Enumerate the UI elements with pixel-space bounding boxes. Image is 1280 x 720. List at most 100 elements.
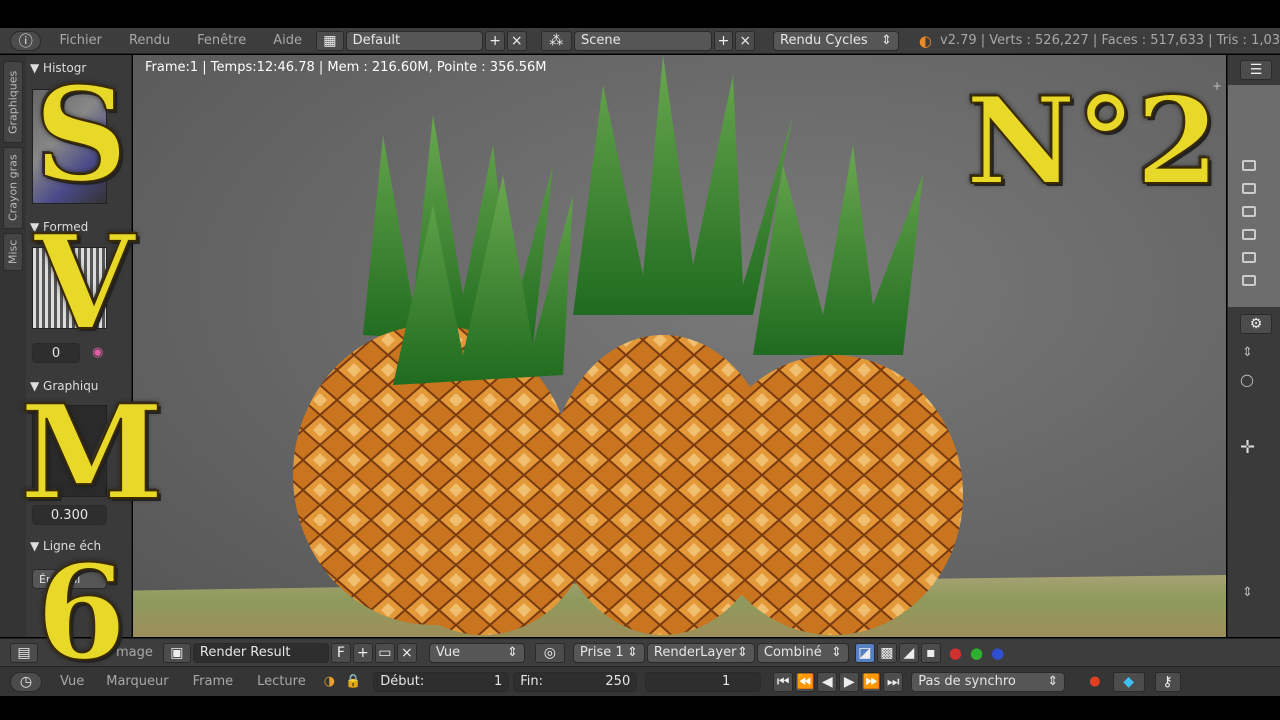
forward-icon[interactable]: ⏩	[861, 671, 882, 692]
menu-render[interactable]: Rendu	[129, 33, 170, 48]
letterbox-bottom	[0, 696, 1280, 720]
camera-icon[interactable]	[1242, 275, 1256, 286]
current-frame-value: 1	[721, 674, 731, 689]
image-editor-header: ▤ mage ▣ Render Result F + ▭ × Vue ⇕ ◎ Pr…	[0, 638, 1280, 666]
menu-help[interactable]: Aide	[273, 33, 302, 48]
chevron-updown-icon: ⇕	[506, 645, 518, 660]
crosshair-icon[interactable]: ✛	[1240, 437, 1255, 458]
screen-layout-label: Default	[352, 33, 401, 48]
view-select[interactable]: Vue ⇕	[428, 642, 525, 663]
outliner-editor-icon[interactable]: ☰	[1240, 60, 1272, 80]
menu-playback[interactable]: Lecture	[257, 674, 306, 689]
blender-logo-icon: ◐	[918, 31, 933, 50]
slot-label: Prise 1	[579, 645, 624, 660]
overlay-letter-m: M	[19, 376, 165, 529]
chevron-updown-icon: ⇕	[881, 33, 892, 48]
chevron-updown-icon: ⇕	[830, 645, 842, 660]
image-icon[interactable]: ▣	[162, 642, 191, 663]
remove-scene-button[interactable]: ×	[735, 30, 756, 51]
current-frame-field[interactable]: 1	[645, 671, 762, 692]
keyframe-icon[interactable]: ◆	[1112, 671, 1145, 692]
camera-icon[interactable]	[1242, 183, 1256, 194]
add-scene-button[interactable]: +	[713, 30, 734, 51]
scene-stats: v2.79 | Verts : 526,227 | Faces : 517,63…	[940, 33, 1280, 48]
camera-icon[interactable]	[1242, 229, 1256, 240]
overlay-letter-v: V	[33, 206, 136, 359]
chevron-updown-icon[interactable]: ⇕	[1242, 345, 1253, 360]
editor-type-info-icon[interactable]: ⓘ	[10, 30, 42, 51]
properties-strip: ☰ ⚙ ⇕ ○ ✛ ⇕	[1227, 55, 1280, 637]
display-color-alpha-icon[interactable]: ◪	[854, 642, 875, 663]
timeline-header: ◷ Vue Marqueur Frame Lecture ◑ 🔒 Début: 1…	[0, 666, 1280, 696]
start-frame-field[interactable]: Début: 1	[373, 671, 510, 692]
add-layout-button[interactable]: +	[485, 30, 505, 51]
layout-icon[interactable]: ▦	[316, 30, 344, 51]
info-header: ⓘ Fichier Rendu Fenêtre Aide ▦ Default +…	[0, 28, 1280, 54]
render-pass-label: Combiné	[763, 645, 822, 660]
sync-mode-label: Pas de synchro	[918, 674, 1016, 689]
play-reverse-icon[interactable]: ◀	[817, 671, 838, 692]
menu-file[interactable]: Fichier	[59, 33, 102, 48]
red-channel-icon[interactable]: ●	[949, 644, 962, 662]
render-engine-label: Rendu Cycles	[780, 33, 868, 48]
image-editor-icon[interactable]: ▤	[10, 642, 38, 663]
chevron-updown-icon[interactable]: ⇕	[1242, 585, 1253, 600]
camera-icon[interactable]	[1242, 160, 1256, 171]
toggle-circle-icon[interactable]: ○	[1240, 370, 1254, 389]
keying-set-icon[interactable]: ⚷	[1154, 671, 1181, 692]
overlay-episode-number: N°2	[965, 71, 1220, 212]
remove-layout-button[interactable]: ×	[506, 30, 527, 51]
render-info-text: Frame:1 | Temps:12:46.78 | Mem : 216.60M…	[145, 60, 547, 75]
tab-misc[interactable]: Misc	[3, 233, 23, 271]
menu-window[interactable]: Fenêtre	[197, 33, 246, 48]
outliner-list[interactable]	[1228, 85, 1280, 307]
green-channel-icon[interactable]: ●	[970, 644, 983, 662]
overlay-letter-s: S	[33, 58, 129, 211]
jump-end-icon[interactable]: ⏭	[883, 671, 904, 692]
screen-layout-field[interactable]: Default	[345, 30, 484, 51]
image-name-label: Render Result	[199, 645, 291, 660]
camera-lock-icon[interactable]: ◑	[324, 674, 335, 689]
slot-select[interactable]: Prise 1 ⇕	[572, 642, 645, 663]
render-layer-label: RenderLayer	[653, 645, 737, 660]
jump-start-icon[interactable]: ⏮	[773, 671, 794, 692]
render-engine-select[interactable]: Rendu Cycles ⇕	[773, 30, 899, 51]
image-name-field[interactable]: Render Result	[192, 642, 329, 663]
lock-icon[interactable]: 🔒	[345, 674, 361, 689]
end-frame-value: 250	[605, 674, 631, 689]
display-alpha-icon[interactable]: ▩	[876, 642, 897, 663]
camera-icon[interactable]	[1242, 252, 1256, 263]
chevron-updown-icon: ⇕	[626, 645, 638, 660]
tool-tabs: Graphiques Crayon gras Misc	[0, 55, 26, 637]
render-pass-select[interactable]: Combiné ⇕	[756, 642, 849, 663]
start-frame-label: Début:	[380, 674, 425, 689]
fake-user-label: F	[336, 644, 345, 661]
properties-editor-icon[interactable]: ⚙	[1240, 314, 1272, 334]
camera-icon[interactable]	[1242, 206, 1256, 217]
display-z-icon[interactable]: ◢	[898, 642, 919, 663]
tab-graphiques[interactable]: Graphiques	[3, 61, 23, 143]
chevron-updown-icon: ⇕	[736, 645, 748, 660]
end-frame-label: Fin:	[520, 674, 543, 689]
fake-user-button[interactable]: F	[330, 642, 351, 663]
scene-icon[interactable]: ⁂	[540, 30, 573, 51]
blue-channel-icon[interactable]: ●	[991, 644, 1004, 662]
menu-frame[interactable]: Frame	[193, 674, 234, 689]
scene-field[interactable]: Scene	[574, 30, 712, 51]
render-layer-select[interactable]: RenderLayer ⇕	[646, 642, 755, 663]
play-icon[interactable]: ▶	[839, 671, 860, 692]
tab-crayon-gras[interactable]: Crayon gras	[3, 147, 23, 229]
pivot-icon[interactable]: ◎	[534, 642, 565, 663]
overlay-digit-6: 6	[35, 536, 127, 689]
new-image-button[interactable]: +	[352, 642, 373, 663]
unlink-image-button[interactable]: ×	[396, 642, 417, 663]
end-frame-field[interactable]: Fin: 250	[513, 671, 638, 692]
open-image-icon[interactable]: ▭	[374, 642, 395, 663]
sync-mode-select[interactable]: Pas de synchro ⇕	[911, 671, 1066, 692]
chevron-updown-icon: ⇕	[1047, 674, 1059, 689]
rewind-icon[interactable]: ⏪	[795, 671, 816, 692]
properties-header: ⚙	[1228, 311, 1280, 337]
display-channels-icon[interactable]: ▪	[920, 642, 941, 663]
record-icon[interactable]: ●	[1089, 674, 1100, 689]
start-frame-value: 1	[493, 674, 503, 689]
